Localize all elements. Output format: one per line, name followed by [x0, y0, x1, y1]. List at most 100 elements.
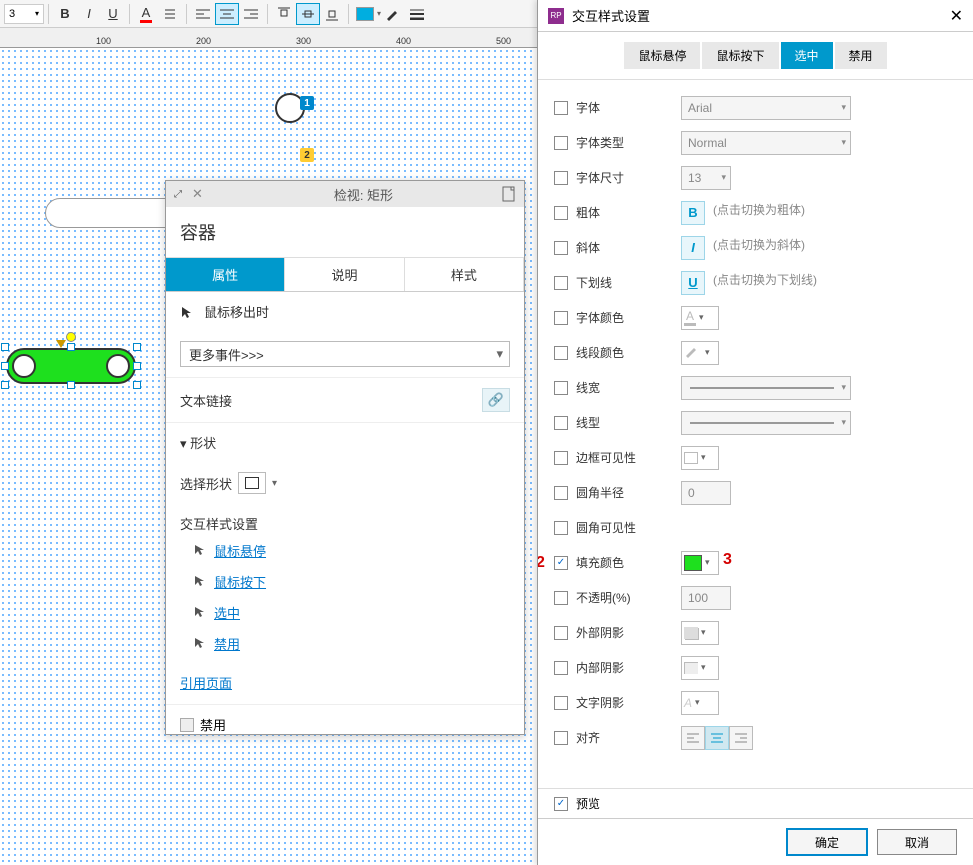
resize-handle[interactable]	[67, 343, 75, 351]
expand-icon[interactable]: ⤢	[174, 189, 182, 200]
checkbox[interactable]	[554, 556, 568, 570]
style-mousedown-row[interactable]: 鼠标按下	[166, 566, 524, 597]
align-right[interactable]	[729, 726, 753, 750]
opacity-input[interactable]: 100	[681, 586, 731, 610]
fill-color-picker[interactable]: ▾	[681, 551, 719, 575]
tab-notes[interactable]: 说明	[285, 258, 404, 291]
bold-toggle[interactable]: B	[681, 201, 705, 225]
align-left[interactable]	[681, 726, 705, 750]
line-color-button[interactable]	[381, 3, 405, 25]
text-color-button[interactable]: A	[134, 3, 158, 25]
shape-handle[interactable]	[56, 340, 66, 348]
shape-section-label[interactable]: ▾ 形状	[180, 433, 216, 452]
underline-toggle[interactable]: U	[681, 271, 705, 295]
checkbox[interactable]	[554, 276, 568, 290]
font-select[interactable]: Arial▾	[681, 96, 851, 120]
outer-shadow-picker[interactable]: ▾	[681, 621, 719, 645]
checkbox[interactable]	[554, 731, 568, 745]
checkbox[interactable]	[554, 346, 568, 360]
tab-hover[interactable]: 鼠标悬停	[624, 42, 700, 69]
marker-2: 2	[300, 148, 314, 162]
style-disabled-row[interactable]: 禁用	[166, 628, 524, 659]
selected-shape[interactable]	[6, 348, 136, 384]
line-color-picker[interactable]: ▾	[681, 341, 719, 365]
preview-checkbox[interactable]: ✓	[554, 797, 568, 811]
checkbox[interactable]	[554, 661, 568, 675]
tab-properties[interactable]: 属性	[166, 258, 285, 291]
rounded-rect-shape[interactable]	[45, 198, 185, 228]
tab-disabled[interactable]: 禁用	[835, 42, 887, 69]
text-shadow-picker[interactable]: A▾	[681, 691, 719, 715]
tab-selected[interactable]: 选中	[781, 42, 833, 69]
reference-page-row[interactable]: 引用页面	[166, 667, 524, 698]
checkbox[interactable]	[554, 241, 568, 255]
align-center[interactable]	[705, 726, 729, 750]
line-width-button[interactable]	[405, 3, 429, 25]
checkbox[interactable]	[554, 521, 568, 535]
line-style-select[interactable]	[681, 411, 851, 435]
italic-button[interactable]: I	[77, 3, 101, 25]
checkbox[interactable]	[554, 591, 568, 605]
checkbox[interactable]	[554, 626, 568, 640]
tab-style[interactable]: 样式	[405, 258, 524, 291]
corner-radius-input[interactable]: 0	[681, 481, 731, 505]
link-button[interactable]: 🔗	[482, 388, 510, 412]
select-shape-label: 选择形状	[180, 474, 232, 493]
align-center-button[interactable]	[215, 3, 239, 25]
font-size-select[interactable]: 13▾	[681, 166, 731, 190]
resize-handle[interactable]	[1, 362, 9, 370]
bullets-button[interactable]	[158, 3, 182, 25]
resize-handle[interactable]	[133, 362, 141, 370]
dialog-titlebar[interactable]: RP 交互样式设置 ✕	[538, 0, 973, 32]
resize-handle[interactable]	[67, 381, 75, 389]
checkbox[interactable]	[554, 311, 568, 325]
checkbox[interactable]	[554, 696, 568, 710]
shape-picker[interactable]	[238, 472, 266, 494]
checkbox-icon[interactable]	[180, 718, 194, 732]
italic-toggle[interactable]: I	[681, 236, 705, 260]
checkbox[interactable]	[554, 101, 568, 115]
valign-bottom-icon	[326, 7, 338, 21]
checkbox[interactable]	[554, 486, 568, 500]
align-center-icon	[220, 8, 234, 20]
prop-fill-color: 2 填充颜色 ▾ 3	[554, 545, 957, 580]
font-type-select[interactable]: Normal▾	[681, 131, 851, 155]
style-hover-row[interactable]: 鼠标悬停	[166, 535, 524, 566]
resize-handle[interactable]	[1, 381, 9, 389]
resize-handle[interactable]	[133, 343, 141, 351]
checkbox[interactable]	[554, 171, 568, 185]
ok-button[interactable]: 确定	[787, 829, 867, 855]
cancel-button[interactable]: 取消	[877, 829, 957, 855]
resize-handle[interactable]	[1, 343, 9, 351]
close-icon[interactable]: ✕	[192, 186, 203, 202]
resize-handle[interactable]	[133, 381, 141, 389]
tab-mousedown[interactable]: 鼠标按下	[702, 42, 778, 69]
checkbox[interactable]	[554, 416, 568, 430]
valign-top-button[interactable]	[272, 3, 296, 25]
align-left-button[interactable]	[191, 3, 215, 25]
close-icon[interactable]: ✕	[950, 6, 963, 26]
style-selected-row[interactable]: 1 选中	[166, 597, 524, 628]
fill-button[interactable]	[353, 3, 377, 25]
inspector-header[interactable]: ⤢ ✕ 检视: 矩形	[166, 181, 524, 207]
checkbox[interactable]	[554, 136, 568, 150]
align-right-button[interactable]	[239, 3, 263, 25]
valign-bottom-button[interactable]	[320, 3, 344, 25]
inner-shadow-picker[interactable]: ▾	[681, 656, 719, 680]
more-events-select[interactable]: 更多事件>>>▾	[180, 341, 510, 367]
rotate-handle[interactable]	[66, 332, 76, 342]
checkbox[interactable]	[554, 381, 568, 395]
font-size-select[interactable]: 3▾	[4, 4, 44, 24]
border-vis-picker[interactable]: ▾	[681, 446, 719, 470]
valign-middle-button[interactable]	[296, 3, 320, 25]
widget-name[interactable]: 容器	[166, 207, 524, 258]
checkbox[interactable]	[554, 206, 568, 220]
document-icon[interactable]	[502, 186, 516, 202]
disable-row[interactable]: 禁用	[166, 704, 524, 735]
bold-button[interactable]: B	[53, 3, 77, 25]
prop-text-shadow: 文字阴影 A▾	[554, 685, 957, 720]
underline-button[interactable]: U	[101, 3, 125, 25]
text-color-picker[interactable]: A▾	[681, 306, 719, 330]
line-width-select[interactable]	[681, 376, 851, 400]
checkbox[interactable]	[554, 451, 568, 465]
